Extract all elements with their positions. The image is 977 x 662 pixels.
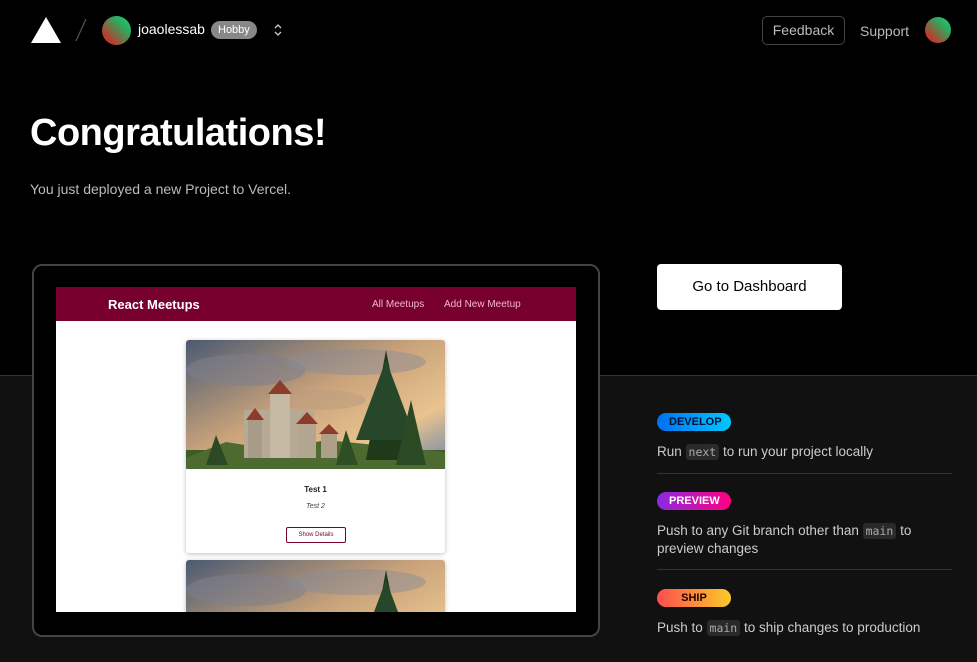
ship-badge: SHIP <box>657 589 731 607</box>
code-main: main <box>706 620 741 636</box>
develop-badge: DEVELOP <box>657 413 731 431</box>
preview-badge: PREVIEW <box>657 492 731 510</box>
ship-step-text: Push to main to ship changes to producti… <box>657 620 921 636</box>
preview-meetup-card: Test 1 Test 2 Show Details <box>186 340 445 553</box>
plan-badge: Hobby <box>211 21 257 39</box>
castle-image-2 <box>186 560 445 612</box>
slash-separator-icon <box>75 18 87 42</box>
user-avatar[interactable] <box>925 17 951 43</box>
preview-step-text: Push to any Git branch other than main t… <box>657 523 912 556</box>
preview-nav-add-meetup: Add New Meetup <box>444 299 521 310</box>
code-next: next <box>685 444 720 460</box>
vercel-logo-icon[interactable] <box>31 17 61 43</box>
page-title: Congratulations! <box>30 112 326 154</box>
castle-image <box>186 340 445 469</box>
account-name[interactable]: joaolessab <box>138 21 205 37</box>
deploy-message: You just deployed a new Project to Verce… <box>30 181 291 197</box>
develop-step-text: Run next to run your project locally <box>657 444 874 460</box>
go-to-dashboard-button[interactable]: Go to Dashboard <box>657 264 842 310</box>
preview-app-title: React Meetups <box>108 297 200 312</box>
preview-card-subtitle: Test 2 <box>306 503 325 510</box>
preview-meetup-card-2 <box>186 560 445 612</box>
team-avatar[interactable] <box>102 16 131 45</box>
step-divider <box>657 473 952 474</box>
step-divider <box>657 569 952 570</box>
preview-nav-all-meetups: All Meetups <box>372 299 425 310</box>
deployment-preview-screen[interactable]: React Meetups All Meetups Add New Meetup <box>56 287 576 612</box>
preview-card-title: Test 1 <box>304 485 327 494</box>
feedback-button[interactable]: Feedback <box>762 16 845 45</box>
code-main: main <box>862 523 897 539</box>
support-link[interactable]: Support <box>860 23 909 39</box>
preview-show-details-button: Show Details <box>286 527 346 543</box>
preview-app-bar: React Meetups All Meetups Add New Meetup <box>56 287 576 321</box>
chevron-updown-icon[interactable] <box>271 21 285 39</box>
